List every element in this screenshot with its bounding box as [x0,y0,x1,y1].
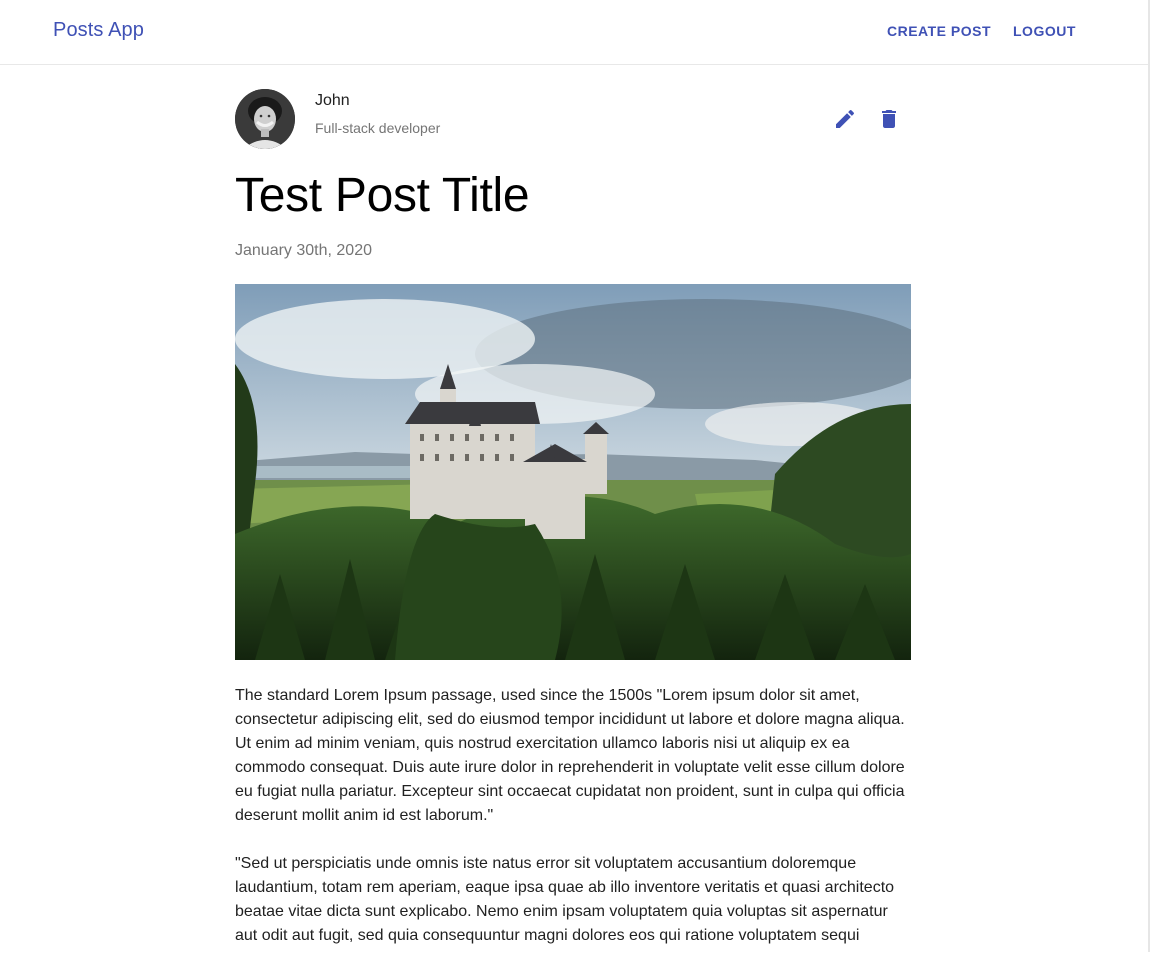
trash-icon [882,110,896,128]
post-paragraph: "Sed ut perspiciatis unde omnis iste nat… [235,855,895,944]
edit-button[interactable] [833,107,857,131]
logout-button[interactable]: LOGOUT [1013,23,1076,39]
post-paragraph: The standard Lorem Ipsum passage, used s… [235,687,905,824]
author-header: John Full-stack developer [235,89,911,149]
delete-button[interactable] [877,107,901,131]
avatar [235,89,295,149]
create-post-button[interactable]: CREATE POST [887,23,991,39]
post-body: The standard Lorem Ipsum passage, used s… [235,684,911,972]
post-date: January 30th, 2020 [235,242,372,259]
post-title: Test Post Title [235,169,530,222]
pencil-icon [836,109,855,128]
author-role: Full-stack developer [315,120,441,136]
app-bar: Posts App CREATE POST LOGOUT [0,0,1148,65]
author-name: John [315,92,350,109]
post-image [235,284,911,660]
brand-link[interactable]: Posts App [53,19,144,42]
castle-landscape-image [235,284,911,660]
